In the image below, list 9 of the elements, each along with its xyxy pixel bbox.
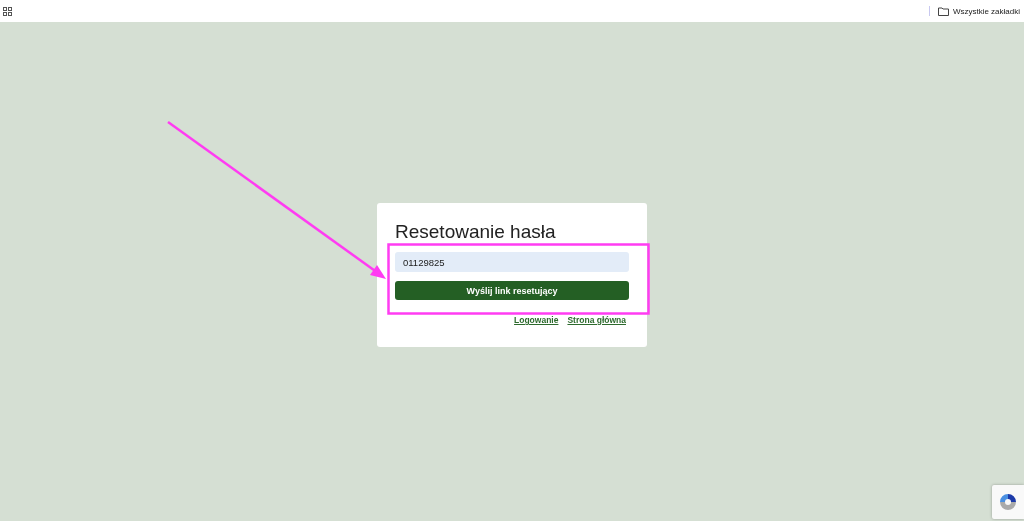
apps-icon[interactable] <box>3 6 12 16</box>
recaptcha-icon <box>998 492 1018 512</box>
login-field[interactable]: 01129825 <box>395 252 629 272</box>
nav-link[interactable]: Logowanie <box>514 315 559 325</box>
folder-icon <box>937 6 949 16</box>
all-bookmarks-button[interactable]: Wszystkie zakładki <box>937 6 1020 16</box>
nav-link[interactable]: Strona główna <box>567 315 626 325</box>
send-reset-link-button[interactable]: Wyślij link resetujący <box>395 281 629 300</box>
form-title: Resetowanie hasła <box>395 221 557 243</box>
